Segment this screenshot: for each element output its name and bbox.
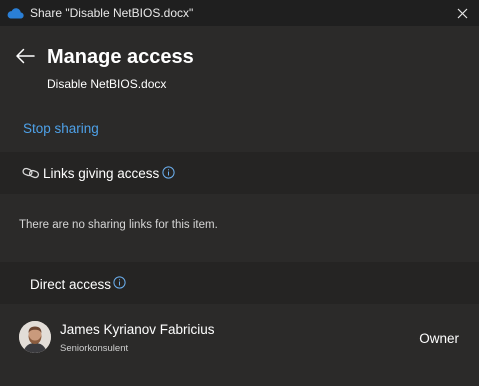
manage-access-panel: Manage access Disable NetBIOS.docx Stop … <box>0 26 479 386</box>
direct-access-label: Direct access <box>30 277 112 292</box>
permission-role[interactable]: Owner <box>419 331 459 346</box>
window-titlebar: Share "Disable NetBIOS.docx" <box>0 0 479 26</box>
info-icon[interactable] <box>113 276 126 289</box>
page-title: Manage access <box>47 46 194 68</box>
person-name: James Kyrianov Fabricius <box>60 322 215 337</box>
no-links-message: There are no sharing links for this item… <box>19 219 218 231</box>
avatar-photo <box>19 321 51 353</box>
link-icon <box>22 167 40 179</box>
close-icon <box>457 8 467 18</box>
window-title: Share "Disable NetBIOS.docx" <box>30 6 194 20</box>
stop-sharing-link[interactable]: Stop sharing <box>23 121 99 136</box>
file-name: Disable NetBIOS.docx <box>47 77 167 91</box>
links-section-label: Links giving access <box>43 166 160 181</box>
close-button[interactable] <box>453 4 471 22</box>
onedrive-cloud-icon <box>7 8 24 19</box>
info-icon[interactable] <box>162 166 175 179</box>
avatar <box>19 321 51 353</box>
back-arrow-icon[interactable] <box>14 46 36 66</box>
links-section-header: Links giving access <box>0 152 479 194</box>
direct-access-header: Direct access <box>0 262 479 304</box>
person-job-title: Seniorkonsulent <box>60 343 129 354</box>
